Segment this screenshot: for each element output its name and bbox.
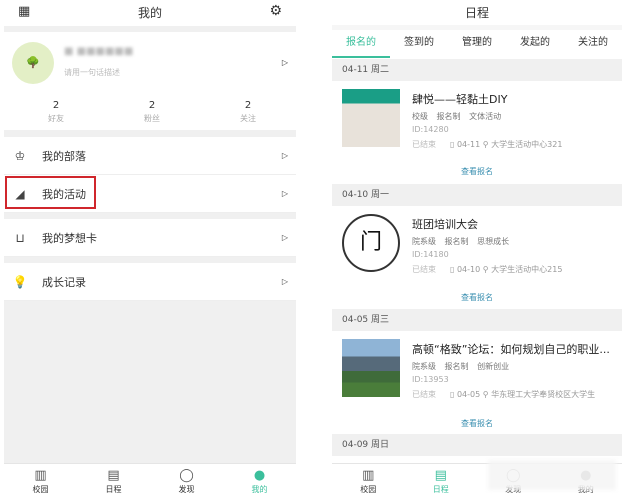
stat-friends[interactable]: 2 好友 — [26, 100, 86, 124]
tab-schedule[interactable]: ▤ 日程 — [405, 464, 478, 497]
event-card[interactable]: 高顿“格致”论坛：如何规划自己的职业... 院系级 报名制 创新创业 ID:13… — [332, 331, 622, 407]
schedule-page: 日程 报名的 签到的 管理的 发起的 关注的 04-11 周二 肆悦——轻黏土D… — [332, 0, 622, 497]
tab-initiated[interactable]: 发起的 — [506, 30, 564, 58]
avatar: 🌳 — [12, 42, 54, 84]
blur-overlay — [488, 460, 616, 490]
tab-campus[interactable]: ▥ 校园 — [4, 464, 77, 497]
building-icon: ▥ — [362, 468, 375, 483]
crown-icon: ♔ — [14, 148, 26, 163]
view-registration-link[interactable]: 查看报名 — [332, 292, 622, 303]
menu-growth-record[interactable]: 💡 成长记录 ▷ — [4, 263, 296, 301]
building-icon: ▥ — [34, 468, 47, 483]
calendar-icon: ▯ — [450, 265, 457, 274]
calendar-icon: ▯ — [450, 390, 457, 399]
highlight-box — [5, 176, 96, 209]
gear-icon[interactable]: ⚙ — [269, 3, 282, 19]
tab-schedule[interactable]: ▤ 日程 — [77, 464, 150, 497]
view-registration-link[interactable]: 查看报名 — [332, 166, 622, 177]
location-icon: ⚲ — [482, 140, 492, 149]
tab-discover[interactable]: ◯发现 — [150, 464, 223, 497]
location-icon: ⚲ — [482, 390, 492, 399]
tab-campus[interactable]: ▥ 校园 — [332, 464, 405, 497]
tab-managed[interactable]: 管理的 — [448, 30, 506, 58]
tab-registered[interactable]: 报名的 — [332, 30, 390, 58]
view-registration-link[interactable]: 查看报名 — [332, 418, 622, 429]
page-title: 我的 — [137, 6, 162, 20]
arrow-right-icon: ▷ — [281, 58, 288, 67]
bio: 请用一句话描述 — [64, 68, 120, 77]
date-header: 04-11 周二 — [332, 59, 622, 81]
bottom-tab-bar: ▥校园 ▤日程 ◯发现 ●我的 — [4, 463, 296, 497]
tab-followed[interactable]: 关注的 — [564, 30, 622, 58]
event-thumbnail: 门 — [342, 214, 400, 272]
calendar-icon: ▤ — [434, 468, 447, 483]
location-icon: ⚲ — [482, 265, 492, 274]
tab-checked-in[interactable]: 签到的 — [390, 30, 448, 58]
face-icon: ● — [253, 468, 266, 483]
calendar-icon: ▤ — [107, 468, 120, 483]
stat-following[interactable]: 2 关注 — [218, 100, 278, 124]
page-title: 日程 — [464, 6, 489, 20]
planet-icon: ◯ — [179, 468, 194, 483]
my-page: ▦ 我的 ⚙ 🌳 ■ ■■■■■■ 请用一句话描述 ▷ 2 好友 2 粉丝 2 关注 … — [4, 0, 296, 497]
date-header: 04-05 周三 — [332, 309, 622, 331]
schedule-tabs: 报名的 签到的 管理的 发起的 关注的 — [332, 30, 622, 58]
plant-pot-icon: ⊔ — [15, 230, 25, 245]
event-card[interactable]: 肆悦——轻黏土DIY 校级 报名制 文体活动 ID:14280 已结束 ▯ 04-… — [332, 81, 622, 157]
menu-my-tribe[interactable]: ♔ 我的部落 ▷ — [4, 137, 296, 175]
menu-dream-card[interactable]: ⊔ 我的梦想卡 ▷ — [4, 219, 296, 257]
stat-fans[interactable]: 2 粉丝 — [122, 100, 182, 124]
event-thumbnail — [342, 339, 400, 397]
lightbulb-icon: 💡 — [12, 274, 28, 289]
event-thumbnail — [342, 89, 400, 147]
calendar-icon: ▯ — [450, 140, 457, 149]
date-header: 04-10 周一 — [332, 184, 622, 206]
username: ■ ■■■■■■ — [64, 46, 134, 57]
event-card[interactable]: 门 班团培训大会 院系级 报名制 思想成长 ID:14180 已结束 ▯ 04-1… — [332, 206, 622, 282]
tab-mine[interactable]: ●我的 — [223, 464, 296, 497]
date-header: 04-09 周日 — [332, 434, 622, 456]
